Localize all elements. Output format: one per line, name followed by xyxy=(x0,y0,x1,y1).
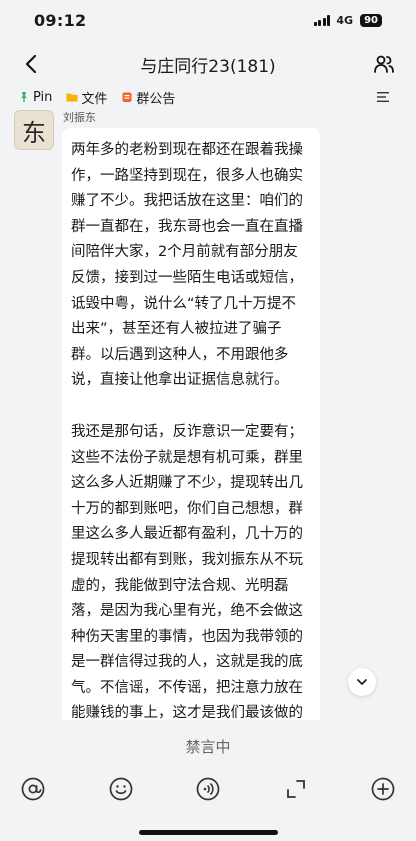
status-indicators: 4G 90 xyxy=(313,13,382,27)
avatar[interactable]: 东 xyxy=(14,110,54,150)
message-bubble[interactable]: 两年多的老粉到现在都还在跟着我操作，一路坚持到现在，很多人也确实赚了不少。我把话… xyxy=(62,128,320,728)
network-type: 4G xyxy=(336,13,354,27)
status-bar: 09:12 4G 90 xyxy=(0,0,416,40)
message-paragraph: 我还是那句话，反诈意识一定要有；这些不法份子就是想有机可乘，群里这么多人近期赚了… xyxy=(71,423,303,722)
input-toolbar xyxy=(0,776,416,806)
muted-status: 禁言中 xyxy=(185,738,231,756)
status-time: 09:12 xyxy=(34,10,87,30)
input-area: 禁言中 xyxy=(0,720,416,841)
tab-announcement[interactable]: 群公告 xyxy=(121,88,175,107)
chevron-down-icon xyxy=(357,679,367,685)
at-icon[interactable] xyxy=(20,776,46,802)
battery-icon: 90 xyxy=(360,13,382,27)
signal-icon xyxy=(313,14,331,26)
voice-icon[interactable] xyxy=(195,776,221,802)
menu-icon[interactable] xyxy=(376,90,390,104)
chat-title: 与庄同行23(181) xyxy=(140,56,276,77)
back-icon[interactable] xyxy=(20,52,44,76)
emoji-icon[interactable] xyxy=(108,776,134,802)
tab-files[interactable]: 文件 xyxy=(66,88,107,107)
tab-announcement-label: 群公告 xyxy=(136,91,176,107)
add-icon[interactable] xyxy=(370,776,396,802)
chat-tabs: Pin 文件 群公告 xyxy=(0,86,416,108)
tab-files-label: 文件 xyxy=(81,91,108,107)
home-indicator[interactable] xyxy=(139,830,278,835)
folder-icon xyxy=(66,93,78,102)
pin-icon xyxy=(21,92,27,102)
tab-pin[interactable]: Pin xyxy=(18,90,52,105)
group-members-icon[interactable] xyxy=(372,52,396,76)
announcement-icon xyxy=(122,92,132,102)
chat-header: 与庄同行23(181) xyxy=(0,44,416,84)
tab-pin-label: Pin xyxy=(33,89,53,105)
expand-icon[interactable] xyxy=(283,776,309,802)
sender-name: 刘振东 xyxy=(63,111,96,124)
message-paragraph: 两年多的老粉到现在都还在跟着我操作，一路坚持到现在，很多人也确实赚了不少。我把话… xyxy=(71,142,303,389)
scroll-down-button[interactable] xyxy=(348,668,376,696)
